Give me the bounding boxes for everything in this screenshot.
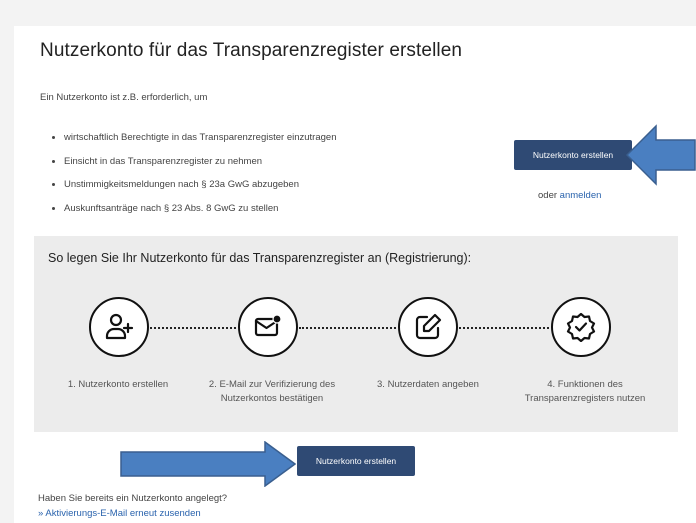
step-4-label-line1: 4. Funktionen des [547,379,623,390]
step-4-label-line2: Transparenzregisters nutzen [524,393,646,404]
login-link[interactable]: anmelden [560,190,602,201]
step-3-label-line1: 3. Nutzerdaten angeben [377,379,479,390]
step-2-label-line2: Nutzerkontos bestätigen [220,393,324,404]
annotation-arrow-right-icon [120,441,296,487]
step-2-circle [238,297,298,357]
login-hint: oder anmelden [538,190,601,201]
step-3-circle [398,297,458,357]
create-account-button[interactable]: Nutzerkonto erstellen [514,140,632,170]
step-connector [150,327,236,329]
steps-title: So legen Sie Ihr Nutzerkonto für das Tra… [48,251,472,265]
list-item: Auskunftsanträge nach § 23 Abs. 8 GwG zu… [52,203,336,227]
list-item: Unstimmigkeitsmeldungen nach § 23a GwG a… [52,179,336,203]
step-1-label-line1: 1. Nutzerkonto erstellen [67,379,169,390]
step-connector [299,327,396,329]
step-3-label: 3. Nutzerdaten angeben [358,378,498,392]
page-title: Nutzerkonto für das Transparenzregister … [40,40,463,61]
annotation-arrow-left-icon [626,124,696,186]
user-plus-icon [105,313,134,340]
purpose-list: wirtschaftlich Berechtigte in das Transp… [52,132,336,226]
or-text: oder [538,190,560,201]
step-4-circle [551,297,611,357]
step-connector [459,327,549,329]
step-1-label: 1. Nutzerkonto erstellen [48,378,188,392]
list-item: Einsicht in das Transparenzregister zu n… [52,156,336,180]
mail-check-icon [254,314,282,337]
step-2-label-line1: 2. E-Mail zur Verifizierung des [208,379,336,390]
step-2-label: 2. E-Mail zur Verifizierung des Nutzerko… [202,378,342,406]
intro-text: Ein Nutzerkonto ist z.B. erforderlich, u… [40,92,208,103]
create-account-button-bottom[interactable]: Nutzerkonto erstellen [297,446,415,476]
list-item: wirtschaftlich Berechtigte in das Transp… [52,132,336,156]
badge-check-icon [566,312,596,342]
step-1-circle [89,297,149,357]
resend-activation-email-link[interactable]: » Aktivierungs-E-Mail erneut zusenden [38,508,201,519]
step-4-label: 4. Funktionen des Transparenzregisters n… [515,378,655,406]
existing-account-question: Haben Sie bereits ein Nutzerkonto angele… [38,493,228,504]
edit-icon [415,313,442,340]
